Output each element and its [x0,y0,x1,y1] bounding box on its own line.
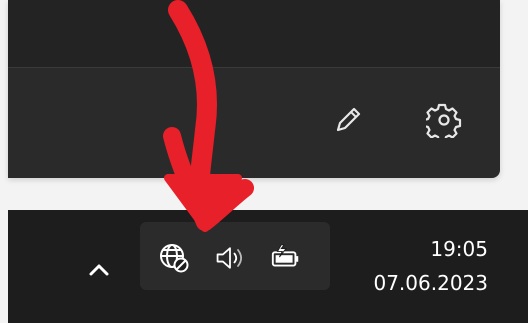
clock-date: 07.06.2023 [373,271,488,295]
clock-time: 19:05 [430,237,488,261]
speaker-icon [216,247,242,269]
settings-button[interactable] [424,100,464,140]
battery-charging-icon [271,244,299,267]
volume-status[interactable] [214,242,246,274]
gear-icon [426,103,462,138]
taskbar: 19:05 07.06.2023 [8,210,528,323]
battery-status[interactable] [270,242,302,274]
chevron-up-icon [89,264,109,276]
edit-quick-settings-button[interactable] [328,100,368,140]
pencil-icon [336,107,361,132]
network-status[interactable] [158,242,190,274]
globe-no-internet-icon [160,244,189,273]
clock[interactable]: 19:05 07.06.2023 [373,232,488,300]
system-tray-group[interactable] [140,222,330,290]
flyout-tiles-area [8,0,500,68]
quick-settings-flyout [8,0,500,178]
show-hidden-icons-button[interactable] [84,255,114,285]
